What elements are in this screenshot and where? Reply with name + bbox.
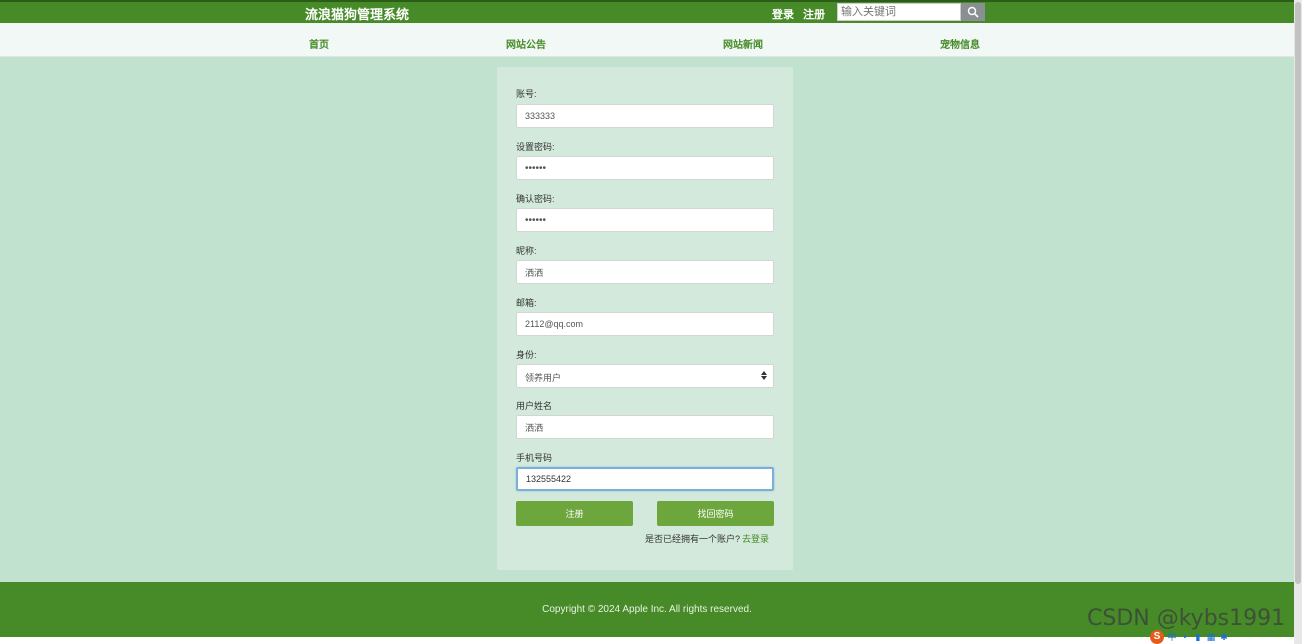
go-login-link[interactable]: 去登录 <box>742 532 769 545</box>
identity-selected-value: 领养用户 <box>525 373 562 383</box>
keyboard-icon[interactable]: ▦ <box>1206 632 1216 642</box>
confirm-password-label: 确认密码: <box>516 194 555 204</box>
top-bar: 流浪猫狗管理系统 登录 注册 <box>0 0 1294 23</box>
nav-item-pets[interactable]: 宠物信息 <box>940 36 980 51</box>
register-form: 账号: 设置密码: 确认密码: 昵称: 邮箱: 身份: 领养用户 用户姓名 手机… <box>497 67 793 570</box>
search-icon <box>967 6 979 18</box>
system-tray: S 中 • ▮ ▦ ✱ <box>1150 630 1229 644</box>
page-bottom-strip <box>0 637 1294 644</box>
nav-item-home[interactable]: 首页 <box>309 36 329 51</box>
select-arrows-icon <box>761 370 767 381</box>
email-field[interactable] <box>516 312 774 336</box>
phone-label: 手机号码 <box>516 453 553 463</box>
nickname-field[interactable] <box>516 260 774 284</box>
nickname-label: 昵称: <box>516 246 537 256</box>
confirm-password-field[interactable] <box>516 208 774 232</box>
login-link[interactable]: 登录 <box>772 6 794 22</box>
vertical-scrollbar[interactable] <box>1294 0 1302 644</box>
scrollbar-thumb[interactable] <box>1295 2 1301 584</box>
account-field[interactable] <box>516 104 774 128</box>
settings-icon[interactable]: ✱ <box>1219 632 1229 642</box>
site-title: 流浪猫狗管理系统 <box>305 7 410 22</box>
phone-field[interactable] <box>516 467 774 491</box>
main-nav: 首页 网站公告 网站新闻 宠物信息 <box>0 23 1294 57</box>
sogou-ime-icon[interactable]: S <box>1150 630 1164 644</box>
ime-mode-indicator[interactable]: 中 <box>1167 632 1177 642</box>
copyright-text: Copyright © 2024 Apple Inc. All rights r… <box>542 604 752 615</box>
microphone-icon[interactable]: ▮ <box>1193 632 1203 642</box>
search-input[interactable] <box>837 3 961 21</box>
identity-label: 身份: <box>516 350 537 360</box>
register-button[interactable]: 注册 <box>516 501 633 526</box>
watermark: CSDN @kybs1991 <box>1087 606 1286 631</box>
realname-label: 用户姓名 <box>516 401 553 411</box>
nav-item-news[interactable]: 网站新闻 <box>723 36 763 51</box>
search-button[interactable] <box>961 3 985 21</box>
identity-select[interactable]: 领养用户 <box>516 364 774 388</box>
punctuation-icon[interactable]: • <box>1180 632 1190 642</box>
email-label: 邮箱: <box>516 298 537 308</box>
has-account-text: 是否已经拥有一个账户? <box>645 534 741 544</box>
account-label: 账号: <box>516 89 537 99</box>
password-label: 设置密码: <box>516 142 555 152</box>
realname-field[interactable] <box>516 415 774 439</box>
password-field[interactable] <box>516 156 774 180</box>
register-link[interactable]: 注册 <box>803 6 825 22</box>
recover-password-button[interactable]: 找回密码 <box>657 501 774 526</box>
nav-item-announcements[interactable]: 网站公告 <box>506 36 546 51</box>
